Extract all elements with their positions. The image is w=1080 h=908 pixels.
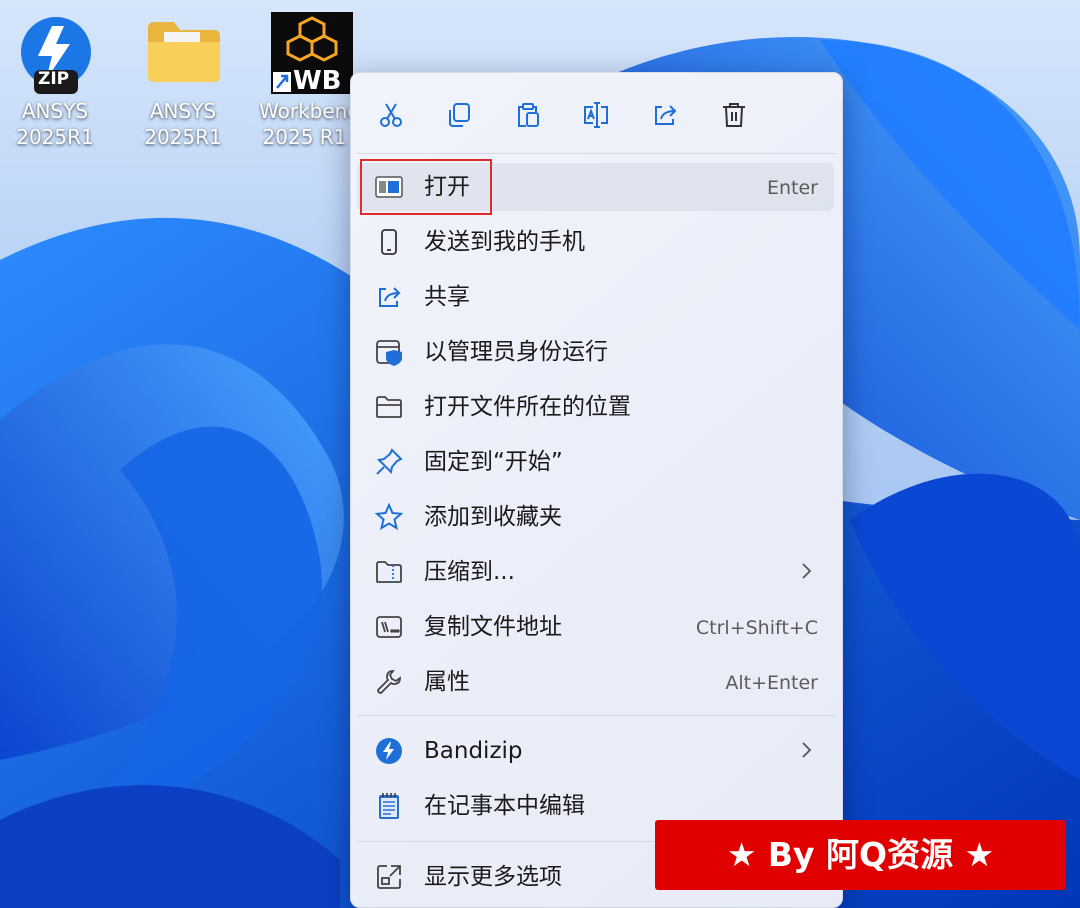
- desktop-icon-label: ANSYS: [149, 99, 217, 123]
- menu-item-pin-to-start[interactable]: 固定到“开始”: [357, 438, 834, 486]
- menu-item-label: 压缩到...: [424, 559, 515, 585]
- chevron-right-icon: [802, 742, 812, 758]
- menu-item-label: 在记事本中编辑: [424, 793, 585, 819]
- share-icon: [375, 283, 403, 311]
- menu-item-bandizip[interactable]: Bandizip: [357, 727, 834, 775]
- menu-item-compress-to[interactable]: 压缩到...: [357, 548, 834, 596]
- paste-icon: [518, 103, 539, 127]
- share-button[interactable]: [645, 95, 685, 135]
- desktop-icon-label: Workbench: [259, 99, 350, 123]
- menu-item-label: Bandizip: [424, 738, 523, 764]
- pin-icon: [375, 448, 403, 476]
- desktop-icon-ansys-zip[interactable]: ZIP ANSYS 2025R1: [5, 12, 105, 152]
- menu-separator: [357, 153, 836, 154]
- desktop-icon-workbench[interactable]: WB Workbench 2025 R1: [259, 12, 359, 152]
- menu-item-share[interactable]: 共享: [357, 273, 834, 321]
- folder-open-icon: [375, 393, 403, 421]
- watermark-banner: ★ By 阿Q资源 ★: [655, 820, 1066, 890]
- menu-item-properties[interactable]: 属性 Alt+Enter: [357, 658, 834, 706]
- star-icon: [375, 503, 403, 531]
- paste-button[interactable]: [508, 95, 548, 135]
- menu-item-label: 属性: [424, 669, 470, 695]
- cut-button[interactable]: [371, 95, 411, 135]
- menu-item-label: 共享: [424, 284, 470, 310]
- desktop-icon-ansys-folder[interactable]: ANSYS 2025R1: [133, 12, 233, 152]
- chevron-right-icon: [802, 563, 812, 579]
- share-icon: [655, 105, 677, 125]
- delete-button[interactable]: [714, 95, 754, 135]
- cut-icon: [380, 103, 402, 127]
- more-options-icon: [375, 863, 403, 891]
- rename-button[interactable]: [576, 95, 616, 135]
- menu-item-send-to-phone[interactable]: 发送到我的手机: [357, 218, 834, 266]
- copy-icon: [449, 103, 470, 127]
- bandizip-icon: [375, 737, 403, 765]
- copy-button[interactable]: [439, 95, 479, 135]
- desktop-icon-label: 2025 R1: [262, 125, 347, 149]
- delete-icon: [723, 103, 745, 127]
- wrench-icon: [375, 668, 403, 696]
- menu-item-label: 以管理员身份运行: [424, 339, 608, 365]
- menu-item-label: 复制文件地址: [424, 614, 562, 640]
- zip-badge-text: ZIP: [38, 69, 70, 89]
- menu-item-label: 打开文件所在的位置: [424, 394, 631, 420]
- menu-item-shortcut: Alt+Enter: [725, 672, 818, 694]
- menu-item-open-file-location[interactable]: 打开文件所在的位置: [357, 383, 834, 431]
- folder-icon: [148, 22, 220, 82]
- menu-item-label: 发送到我的手机: [424, 229, 585, 255]
- menu-item-label: 显示更多选项: [424, 864, 562, 890]
- menu-item-shortcut: Ctrl+Shift+C: [695, 617, 818, 639]
- copy-path-icon: [375, 613, 403, 641]
- phone-icon: [375, 228, 403, 256]
- notepad-icon: [375, 792, 403, 820]
- menu-item-shortcut: Enter: [767, 177, 818, 199]
- annotation-highlight-box: [360, 159, 492, 215]
- menu-item-label: 固定到“开始”: [424, 449, 563, 475]
- zip-folder-icon: [375, 558, 403, 586]
- desktop-icon-label: 2025R1: [16, 125, 94, 149]
- admin-shield-icon: [375, 338, 403, 366]
- desktop-icon-label: 2025R1: [144, 125, 222, 149]
- desktop-icon-label: ANSYS: [21, 99, 89, 123]
- menu-separator: [357, 715, 836, 716]
- menu-item-add-to-favorites[interactable]: 添加到收藏夹: [357, 493, 834, 541]
- menu-item-copy-path[interactable]: 复制文件地址 Ctrl+Shift+C: [357, 603, 834, 651]
- menu-item-run-as-admin[interactable]: 以管理员身份运行: [357, 328, 834, 376]
- workbench-badge-text: WB: [293, 66, 342, 96]
- rename-icon: [584, 102, 608, 128]
- menu-item-label: 添加到收藏夹: [424, 504, 562, 530]
